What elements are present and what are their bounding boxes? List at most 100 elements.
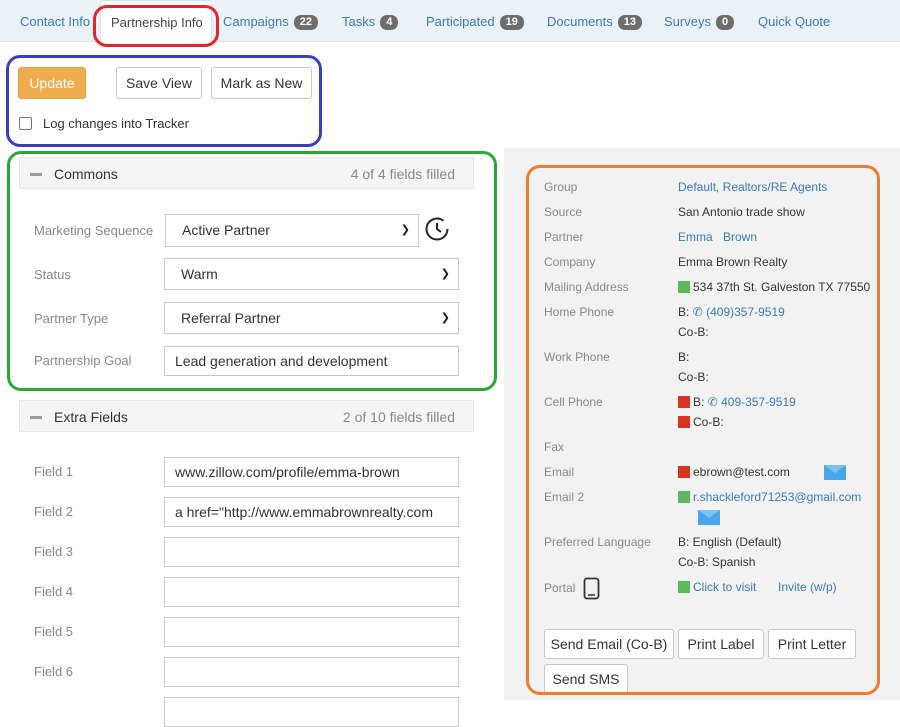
home-phone-cob: Co-B: xyxy=(678,325,709,339)
tab-quick-quote[interactable]: Quick Quote xyxy=(758,0,830,42)
partner-type-select[interactable]: Referral Partner ❯ xyxy=(164,302,459,334)
mark-as-new-button[interactable]: Mark as New xyxy=(211,67,312,99)
mailing-address-label: Mailing Address xyxy=(544,280,629,294)
source-value: San Antonio trade show xyxy=(678,205,805,219)
status-square-icon xyxy=(678,416,690,428)
select-value: Active Partner xyxy=(182,222,270,238)
work-phone-b: B: xyxy=(678,350,690,364)
marketing-sequence-select[interactable]: Active Partner ❯ xyxy=(165,214,419,247)
commons-section-header[interactable]: Commons 4 of 4 fields filled xyxy=(19,157,474,189)
field-2-label: Field 2 xyxy=(34,504,74,519)
group-link[interactable]: Default, Realtors/RE Agents xyxy=(678,180,827,194)
portal-visit-link[interactable]: Click to visit xyxy=(693,580,756,594)
cell-phone-b-row: B: ✆ 409-357-9519 xyxy=(678,395,796,409)
field-2-input[interactable]: a href="http://www.emmabrownrealty.com xyxy=(164,497,459,527)
field-3-label: Field 3 xyxy=(34,544,74,559)
update-button[interactable]: Update xyxy=(18,67,86,99)
chevron-down-icon: ❯ xyxy=(400,224,410,236)
log-changes-label: Log changes into Tracker xyxy=(43,116,189,131)
tab-count-badge: 13 xyxy=(617,15,642,30)
send-email-2-icon[interactable] xyxy=(698,510,720,525)
section-title: Extra Fields xyxy=(54,409,128,425)
field-5-input[interactable] xyxy=(164,617,459,647)
group-label: Group xyxy=(544,180,578,194)
partnership-goal-label: Partnership Goal xyxy=(34,353,132,368)
language-cob: Co-B: Spanish xyxy=(678,555,756,569)
mobile-phone-icon xyxy=(583,577,600,600)
language-b: B: English (Default) xyxy=(678,535,782,549)
chevron-down-icon: ❯ xyxy=(440,268,450,280)
tab-campaigns[interactable]: Campaigns 22 xyxy=(223,0,319,42)
status-square-icon xyxy=(678,466,690,478)
send-email-icon[interactable] xyxy=(824,465,846,480)
partner-first-name-link[interactable]: Emma xyxy=(678,230,713,244)
send-email-cob-button[interactable]: Send Email (Co-B) xyxy=(544,629,674,659)
status-square-icon xyxy=(678,581,690,593)
coborrower-prefix: Co-B: xyxy=(693,415,724,429)
field-4-input[interactable] xyxy=(164,577,459,607)
tab-surveys[interactable]: Surveys 0 xyxy=(664,0,735,42)
partner-label: Partner xyxy=(544,230,584,244)
tab-label: Partnership Info xyxy=(111,15,203,30)
email-2-link[interactable]: r.shackleford71253@gmail.com xyxy=(693,490,861,504)
partner-last-name-link[interactable]: Brown xyxy=(723,230,757,244)
section-title: Commons xyxy=(54,166,118,182)
portal-invite-link[interactable]: Invite (w/p) xyxy=(778,580,837,594)
log-changes-checkbox[interactable] xyxy=(19,117,32,130)
status-square-icon xyxy=(678,396,690,408)
fax-label: Fax xyxy=(544,440,565,454)
portal-row: Click to visit xyxy=(678,580,756,594)
tab-contact-info[interactable]: Contact Info xyxy=(20,0,90,42)
company-label: Company xyxy=(544,255,596,269)
field-1-input[interactable]: www.zillow.com/profile/emma-brown xyxy=(164,457,459,487)
phone-icon[interactable]: ✆ xyxy=(693,305,703,319)
phone-icon[interactable]: ✆ xyxy=(708,395,718,409)
borrower-prefix: B: xyxy=(678,305,690,319)
select-value: Referral Partner xyxy=(181,310,281,326)
tab-tasks[interactable]: Tasks 4 xyxy=(342,0,399,42)
tab-participated[interactable]: Participated 19 xyxy=(426,0,524,42)
source-label: Source xyxy=(544,205,583,219)
tab-count-badge: 19 xyxy=(499,15,524,30)
extra-fields-section-header[interactable]: Extra Fields 2 of 10 fields filled xyxy=(19,400,474,432)
field-6-input[interactable] xyxy=(164,657,459,687)
email-value: ebrown@test.com xyxy=(693,465,790,479)
collapse-icon[interactable] xyxy=(30,173,42,176)
tab-count-badge: 0 xyxy=(715,15,735,30)
status-select[interactable]: Warm ❯ xyxy=(164,258,459,290)
mailing-address-value: 534 37th St. Galveston TX 77550 xyxy=(693,280,871,294)
partnership-goal-input[interactable]: Lead generation and development xyxy=(164,346,459,376)
field-3-input[interactable] xyxy=(164,537,459,567)
tab-label: Documents xyxy=(547,14,613,29)
field-5-label: Field 5 xyxy=(34,624,74,639)
section-fill-count: 2 of 10 fields filled xyxy=(342,409,455,425)
history-clock-icon[interactable] xyxy=(424,216,450,242)
collapse-icon[interactable] xyxy=(30,416,42,419)
field-6-label: Field 6 xyxy=(34,664,74,679)
marketing-sequence-label: Marketing Sequence xyxy=(34,223,154,238)
section-fill-count: 4 of 4 fields filled xyxy=(350,166,455,182)
send-sms-button[interactable]: Send SMS xyxy=(544,664,628,694)
home-phone-link[interactable]: (409)357-9519 xyxy=(706,305,785,319)
print-letter-button[interactable]: Print Letter xyxy=(768,629,856,659)
tab-partnership-info[interactable]: Partnership Info xyxy=(100,0,212,43)
tab-bar: Contact Info Partnership Info Campaigns 2… xyxy=(0,0,900,43)
save-view-button[interactable]: Save View xyxy=(116,67,202,99)
field-7-input[interactable] xyxy=(164,697,459,727)
cell-phone-link[interactable]: 409-357-9519 xyxy=(721,395,796,409)
tab-label: Surveys xyxy=(664,14,711,29)
print-label-button[interactable]: Print Label xyxy=(678,629,764,659)
portal-label: Portal xyxy=(544,581,576,595)
tab-label: Contact Info xyxy=(20,14,91,29)
chevron-down-icon: ❯ xyxy=(440,312,450,324)
email-row: ebrown@test.com xyxy=(678,465,790,479)
tab-label: Tasks xyxy=(342,14,376,29)
work-phone-cob: Co-B: xyxy=(678,370,709,384)
tab-label: Participated xyxy=(426,14,495,29)
status-square-icon xyxy=(678,281,690,293)
field-1-label: Field 1 xyxy=(34,464,74,479)
field-4-label: Field 4 xyxy=(34,584,74,599)
email-label: Email xyxy=(544,465,575,479)
tab-documents[interactable]: Documents 13 xyxy=(547,0,642,42)
home-phone-label: Home Phone xyxy=(544,305,615,319)
